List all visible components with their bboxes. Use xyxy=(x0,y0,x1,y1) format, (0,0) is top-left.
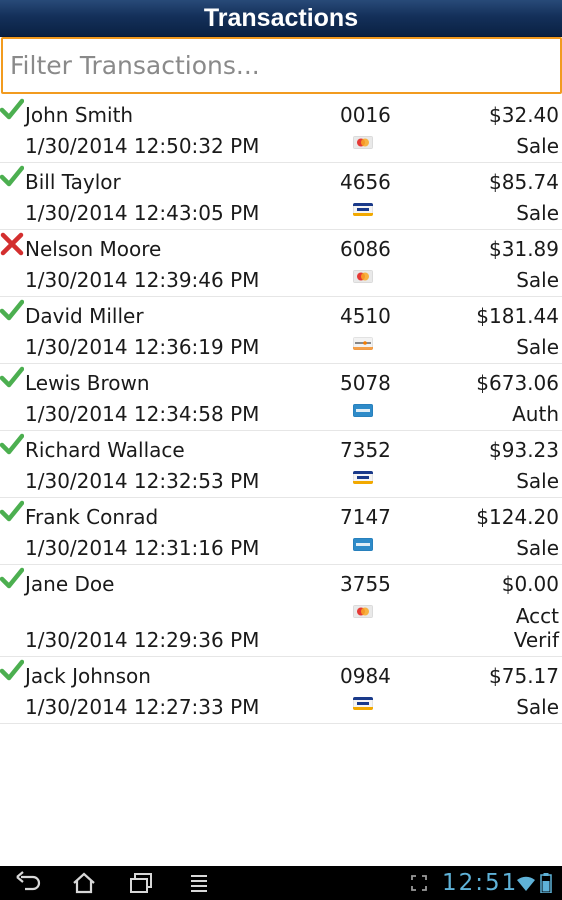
app-title-bar: Transactions xyxy=(0,0,562,37)
card-last-four: 7352 xyxy=(340,438,391,462)
check-icon xyxy=(0,433,24,455)
transaction-row[interactable]: Richard Wallace 7352 $93.23 1/30/2014 12… xyxy=(0,431,562,498)
transaction-row[interactable]: David Miller 4510 $181.44 1/30/2014 12:3… xyxy=(0,297,562,364)
customer-name: Jane Doe xyxy=(25,572,115,596)
visa-icon xyxy=(353,471,373,484)
transaction-row[interactable]: Lewis Brown 5078 $673.06 1/30/2014 12:34… xyxy=(0,364,562,431)
check-icon xyxy=(0,98,24,120)
visa-icon xyxy=(353,203,373,216)
customer-name: Richard Wallace xyxy=(25,438,185,462)
transaction-datetime: 1/30/2014 12:36:19 PM xyxy=(25,335,260,359)
battery-icon xyxy=(540,873,552,893)
customer-name: Nelson Moore xyxy=(25,237,162,261)
transaction-list: John Smith 0016 $32.40 1/30/2014 12:50:3… xyxy=(0,96,562,724)
amex-icon xyxy=(353,404,373,417)
mastercard-icon xyxy=(353,136,373,149)
discover-icon xyxy=(353,337,373,350)
x-icon xyxy=(0,232,24,256)
transaction-amount: $0.00 xyxy=(501,572,559,596)
transaction-amount: $181.44 xyxy=(476,304,559,328)
transaction-type: Sale xyxy=(516,695,559,719)
transaction-row[interactable]: Jane Doe 3755 $0.00 1/30/2014 12:29:36 P… xyxy=(0,565,562,657)
transaction-row[interactable]: John Smith 0016 $32.40 1/30/2014 12:50:3… xyxy=(0,96,562,163)
card-last-four: 3755 xyxy=(340,572,391,596)
transaction-row[interactable]: Jack Johnson 0984 $75.17 1/30/2014 12:27… xyxy=(0,657,562,724)
transaction-amount: $75.17 xyxy=(489,664,559,688)
transaction-type: Sale xyxy=(516,134,559,158)
transaction-datetime: 1/30/2014 12:50:32 PM xyxy=(25,134,260,158)
check-icon xyxy=(0,299,24,321)
transaction-type: Sale xyxy=(516,469,559,493)
transaction-amount: $93.23 xyxy=(489,438,559,462)
transaction-row[interactable]: Frank Conrad 7147 $124.20 1/30/2014 12:3… xyxy=(0,498,562,565)
amex-icon xyxy=(353,538,373,551)
transaction-type: Sale xyxy=(516,335,559,359)
card-last-four: 6086 xyxy=(340,237,391,261)
transaction-type: Sale xyxy=(516,268,559,292)
card-last-four: 7147 xyxy=(340,505,391,529)
check-icon xyxy=(0,567,24,589)
system-clock: 12:51 xyxy=(442,870,519,896)
transaction-amount: $673.06 xyxy=(476,371,559,395)
card-last-four: 4656 xyxy=(340,170,391,194)
filter-bar xyxy=(0,37,562,95)
card-last-four: 0016 xyxy=(340,103,391,127)
transaction-amount: $32.40 xyxy=(489,103,559,127)
check-icon xyxy=(0,366,24,388)
home-icon[interactable] xyxy=(70,871,98,895)
fullscreen-icon xyxy=(411,875,427,891)
customer-name: John Smith xyxy=(25,103,134,127)
mastercard-icon xyxy=(353,605,373,618)
transaction-amount: $85.74 xyxy=(489,170,559,194)
menu-icon[interactable] xyxy=(185,871,213,895)
filter-transactions-input[interactable] xyxy=(1,37,562,94)
transaction-datetime: 1/30/2014 12:39:46 PM xyxy=(25,268,260,292)
transaction-type: Sale xyxy=(516,536,559,560)
transaction-amount: $124.20 xyxy=(476,505,559,529)
check-icon xyxy=(0,659,24,681)
page-title: Transactions xyxy=(203,4,359,32)
transaction-row[interactable]: Nelson Moore 6086 $31.89 1/30/2014 12:39… xyxy=(0,230,562,297)
customer-name: Frank Conrad xyxy=(25,505,159,529)
card-last-four: 0984 xyxy=(340,664,391,688)
transaction-datetime: 1/30/2014 12:43:05 PM xyxy=(25,201,260,225)
card-last-four: 5078 xyxy=(340,371,391,395)
transaction-datetime: 1/30/2014 12:34:58 PM xyxy=(25,402,260,426)
customer-name: David Miller xyxy=(25,304,144,328)
wifi-icon xyxy=(517,876,535,891)
transaction-datetime: 1/30/2014 12:32:53 PM xyxy=(25,469,260,493)
transaction-datetime: 1/30/2014 12:29:36 PM xyxy=(25,628,260,652)
check-icon xyxy=(0,165,24,187)
transaction-datetime: 1/30/2014 12:27:33 PM xyxy=(25,695,260,719)
mastercard-icon xyxy=(353,270,373,283)
visa-icon xyxy=(353,697,373,710)
transaction-row[interactable]: Bill Taylor 4656 $85.74 1/30/2014 12:43:… xyxy=(0,163,562,230)
customer-name: Jack Johnson xyxy=(25,664,151,688)
system-navigation-bar: 12:51 xyxy=(0,866,562,900)
transaction-type: Acct Verif xyxy=(513,604,559,652)
transaction-amount: $31.89 xyxy=(489,237,559,261)
check-icon xyxy=(0,500,24,522)
transaction-type: Auth xyxy=(512,402,559,426)
card-last-four: 4510 xyxy=(340,304,391,328)
customer-name: Bill Taylor xyxy=(25,170,121,194)
transaction-datetime: 1/30/2014 12:31:16 PM xyxy=(25,536,260,560)
recent-apps-icon[interactable] xyxy=(127,871,155,895)
transaction-type: Sale xyxy=(516,201,559,225)
customer-name: Lewis Brown xyxy=(25,371,150,395)
back-icon[interactable] xyxy=(15,871,43,895)
